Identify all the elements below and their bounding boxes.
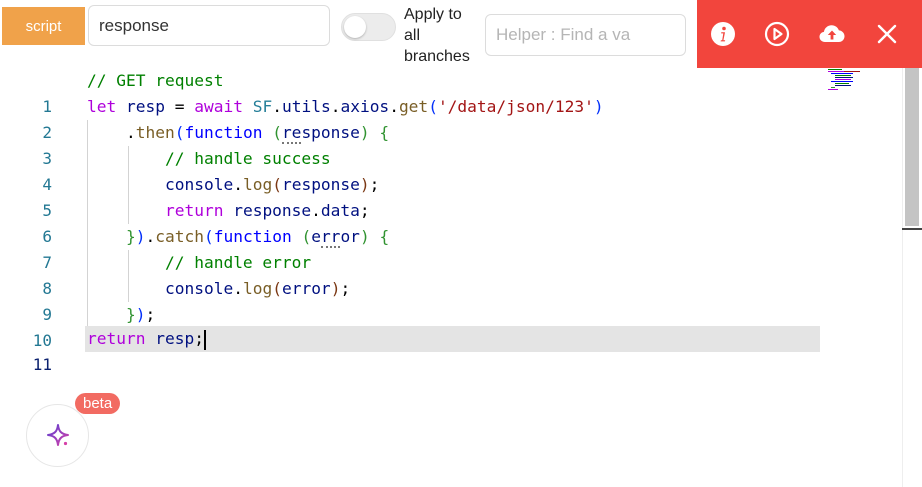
toggle-knob — [344, 16, 366, 38]
code-text: // GET request — [87, 71, 224, 90]
code-line: 1 // GET request — [0, 68, 822, 116]
scrollbar-cursor-marker — [902, 228, 922, 230]
code-line: 6 return response.data; — [0, 198, 822, 246]
code-line: 3 .then(function (response) { — [0, 120, 822, 168]
close-icon — [877, 24, 897, 44]
code-text: console.log(response); — [164, 175, 380, 194]
line-number: 11 — [32, 355, 52, 374]
helper-search-input[interactable] — [485, 14, 686, 56]
editor-toolbar: script Apply to all branches — [0, 0, 922, 68]
code-line: 8 // handle error — [0, 250, 822, 298]
script-tab[interactable]: script — [2, 7, 85, 45]
code-text: // handle success — [164, 149, 331, 168]
code-line: 9 console.log(error); — [0, 276, 822, 324]
code-line-active: 11 return resp; — [0, 326, 822, 374]
code-editor[interactable]: 1 // GET request 2 let resp = await SF.u… — [0, 68, 922, 487]
script-name-input[interactable] — [88, 5, 330, 46]
code-text: }).catch(function (error) { — [125, 227, 390, 248]
minimap[interactable] — [826, 68, 886, 98]
code-line: 10 }); — [0, 302, 822, 350]
info-icon — [711, 22, 735, 46]
beta-badge: beta — [75, 393, 121, 414]
scrollbar-thumb[interactable] — [905, 68, 919, 226]
code-text: return response.data; — [164, 201, 370, 220]
upload-cloud-icon — [819, 25, 845, 42]
code-line: 7 }).catch(function (error) { — [0, 224, 822, 272]
code-text: // handle error — [164, 253, 312, 272]
action-bar — [697, 0, 922, 68]
code-text: console.log(error); — [164, 279, 351, 298]
code-text: }); — [125, 305, 156, 324]
ai-assistant-button[interactable] — [26, 404, 89, 467]
code-line: 5 console.log(response); — [0, 172, 822, 220]
code-line: 4 // handle success — [0, 146, 822, 194]
code-line: 2 let resp = await SF.utils.axios.get('/… — [0, 94, 822, 142]
upload-button[interactable] — [815, 17, 849, 51]
play-icon — [764, 21, 790, 47]
code-text: let resp = await SF.utils.axios.get('/da… — [87, 97, 604, 116]
sparkle-icon — [46, 423, 69, 446]
code-text: .then(function (response) { — [87, 123, 390, 144]
info-button[interactable] — [706, 17, 740, 51]
code-text: return resp; — [87, 329, 206, 350]
apply-all-branches-label: Apply to all branches — [404, 6, 470, 65]
close-button[interactable] — [870, 17, 904, 51]
apply-all-branches-toggle[interactable] — [341, 13, 396, 41]
text-cursor — [203, 329, 206, 350]
run-button[interactable] — [760, 17, 794, 51]
